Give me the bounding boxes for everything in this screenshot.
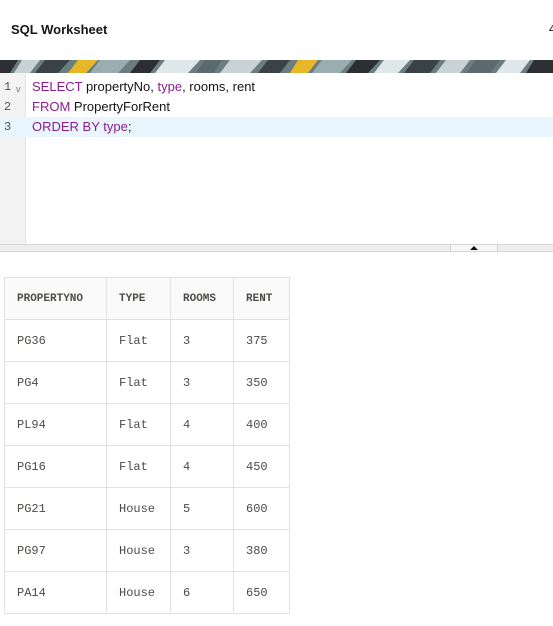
code-text[interactable]: SELECT propertyNo, type, rooms, rent [32,77,255,97]
decorative-banner [0,60,553,73]
table-row[interactable]: PA14 House 6 650 [4,571,290,614]
table-cell[interactable]: PG4 [4,361,107,404]
table-cell[interactable]: Flat [106,445,171,488]
results-header-row: PROPERTYNO TYPE ROOMS RENT [4,277,290,320]
column-header[interactable]: TYPE [106,277,171,320]
table-cell[interactable]: House [106,571,171,614]
banner-pattern [0,60,553,73]
table-cell[interactable]: PA14 [4,571,107,614]
table-row[interactable]: PG21 House 5 600 [4,487,290,530]
triangle-up-icon [470,246,478,250]
table-cell[interactable]: PG97 [4,529,107,572]
pane-splitter[interactable] [0,244,553,252]
table-row[interactable]: PG16 Flat 4 450 [4,445,290,488]
column-header[interactable]: PROPERTYNO [4,277,107,320]
table-cell[interactable]: 600 [233,487,290,530]
table-cell[interactable]: 380 [233,529,290,572]
sql-keyword: ORDER BY [32,119,100,134]
line-number: 2 [4,100,12,114]
code-line[interactable]: 3 ORDER BY type; [0,117,553,137]
table-cell[interactable]: PG36 [4,319,107,362]
code-line[interactable]: 1 v SELECT propertyNo, type, rooms, rent [0,77,553,97]
table-cell[interactable]: Flat [106,319,171,362]
table-cell[interactable]: 6 [170,571,234,614]
table-cell[interactable]: 350 [233,361,290,404]
sql-keyword: type [157,79,183,94]
sql-text: PropertyForRent [70,99,170,114]
table-cell[interactable]: 5 [170,487,234,530]
table-cell[interactable]: Flat [106,361,171,404]
table-cell[interactable]: House [106,529,171,572]
sql-keyword: SELECT [32,79,83,94]
table-cell[interactable]: PG16 [4,445,107,488]
table-cell[interactable]: Flat [106,403,171,446]
sql-keyword: FROM [32,99,71,114]
results-table: PROPERTYNO TYPE ROOMS RENT PG36 Flat 3 375 P… [4,277,290,614]
line-number: 3 [4,120,12,134]
chevron-down-icon[interactable]: v [16,79,21,99]
column-header[interactable]: RENT [233,277,290,320]
table-cell[interactable]: 650 [233,571,290,614]
sql-keyword: type [103,119,128,134]
table-cell[interactable]: 4 [170,403,234,446]
table-row[interactable]: PG4 Flat 3 350 [4,361,290,404]
table-cell[interactable]: PG21 [4,487,107,530]
table-row[interactable]: PG97 House 3 380 [4,529,290,572]
table-row[interactable]: PG36 Flat 3 375 [4,319,290,362]
sql-text: , rooms, rent [182,79,256,94]
code-text[interactable]: FROM PropertyForRent [32,97,170,117]
table-cell[interactable]: 3 [170,361,234,404]
code-text[interactable]: ORDER BY type; [32,117,132,137]
sql-editor[interactable]: 1 v SELECT propertyNo, type, rooms, rent 2 F… [0,73,553,244]
page-title: SQL Worksheet [11,22,108,37]
column-header[interactable]: ROOMS [170,277,234,320]
table-cell[interactable]: House [106,487,171,530]
splitter-handle[interactable] [450,245,498,251]
header-edge-glyph[interactable]: 4 [549,22,553,36]
table-row[interactable]: PL94 Flat 4 400 [4,403,290,446]
table-cell[interactable]: 4 [170,445,234,488]
table-cell[interactable]: 400 [233,403,290,446]
table-cell[interactable]: 450 [233,445,290,488]
worksheet-header: SQL Worksheet 4 [0,0,553,60]
sql-text: propertyNo, [82,79,158,94]
table-cell[interactable]: 3 [170,529,234,572]
code-line[interactable]: 2 FROM PropertyForRent [0,97,553,117]
table-cell[interactable]: 3 [170,319,234,362]
line-number: 1 [4,80,12,94]
table-cell[interactable]: 375 [233,319,290,362]
table-cell[interactable]: PL94 [4,403,107,446]
sql-text: ; [127,119,132,134]
